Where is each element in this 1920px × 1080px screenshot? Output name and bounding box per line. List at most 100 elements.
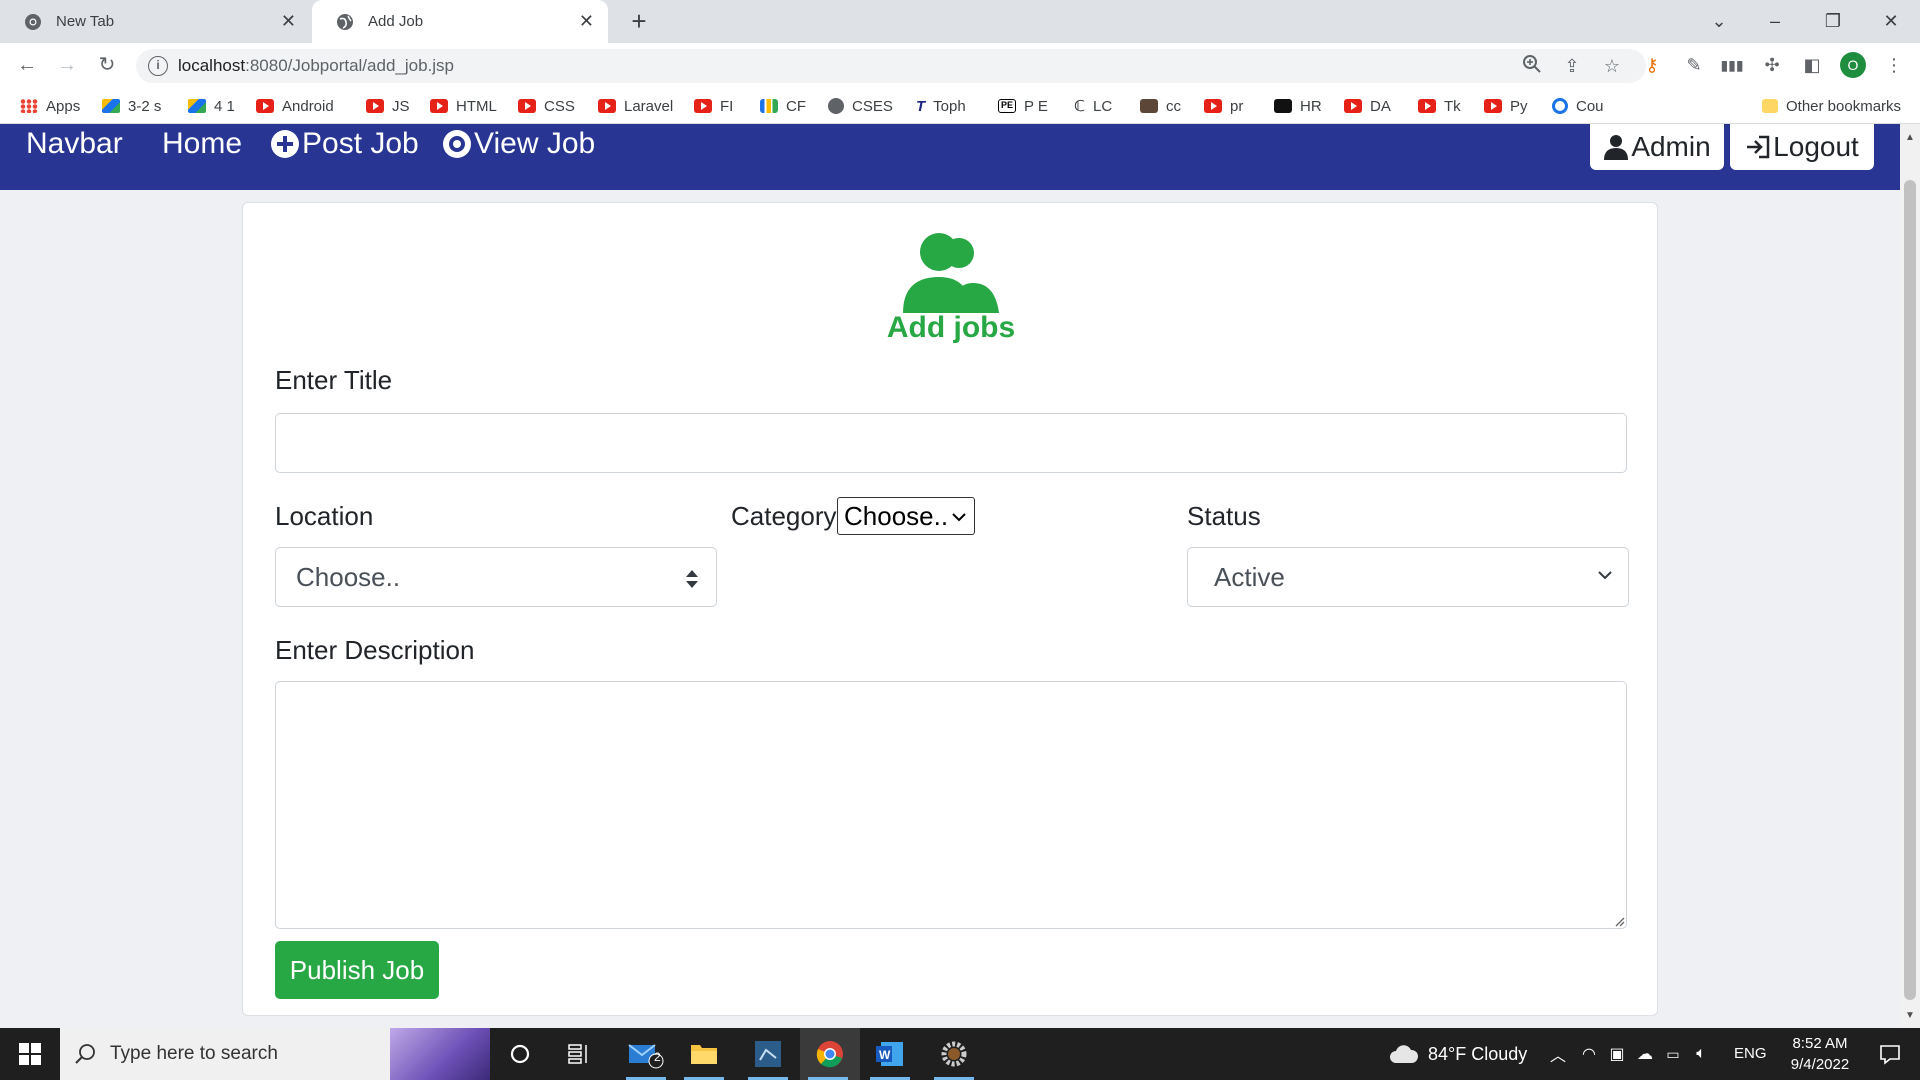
- bookmark-hr[interactable]: HR: [1274, 88, 1322, 124]
- navbar-brand[interactable]: Navbar: [26, 124, 123, 164]
- bookmark-android[interactable]: Android: [256, 88, 334, 124]
- puzzle-icon[interactable]: ✣: [1758, 51, 1786, 79]
- reload-icon[interactable]: ↻: [92, 50, 122, 80]
- bookmark-4-1[interactable]: 4 1: [188, 88, 235, 124]
- bookmark-apps[interactable]: Apps: [20, 88, 80, 124]
- bookmark-toph[interactable]: T Toph: [916, 88, 966, 124]
- extension-orange-icon[interactable]: ⚷: [1638, 51, 1666, 79]
- bookmarks-bar: Apps 3-2 s 4 1 Android JS HTML CSS Larav…: [0, 88, 1920, 124]
- youtube-icon: [430, 99, 448, 113]
- chrome-taskbar-icon[interactable]: [800, 1028, 860, 1080]
- wifi-icon[interactable]: ◠: [1576, 1028, 1602, 1080]
- category-select[interactable]: Choose..: [837, 497, 975, 535]
- bookmark-cc[interactable]: cc: [1140, 88, 1181, 124]
- word-icon[interactable]: W: [862, 1028, 918, 1080]
- bookmark-3-2-s[interactable]: 3-2 s: [102, 88, 161, 124]
- tab-add-job[interactable]: Add Job ✕: [312, 0, 608, 43]
- resize-handle-icon[interactable]: [1613, 915, 1625, 927]
- speaker-icon[interactable]: 🔈︎: [1688, 1028, 1714, 1080]
- description-label: Enter Description: [275, 635, 475, 665]
- browser-toolbar: ← → ↻ i localhost:8080/Jobportal/add_job…: [0, 43, 1920, 88]
- mail-icon[interactable]: 2: [618, 1028, 674, 1080]
- task-view-icon[interactable]: [552, 1028, 608, 1080]
- url-text[interactable]: localhost:8080/Jobportal/add_job.jsp: [178, 49, 454, 83]
- scroll-up-icon[interactable]: ▲: [1900, 132, 1920, 148]
- page-scrollbar[interactable]: ▲ ▼: [1900, 124, 1920, 1028]
- nav-post-job[interactable]: Post Job: [270, 124, 419, 164]
- bookmark-lc[interactable]: ℂ LC: [1074, 88, 1112, 124]
- scroll-thumb[interactable]: [1904, 180, 1916, 1000]
- title-input[interactable]: [275, 413, 1627, 473]
- mail-badge: 2: [654, 1050, 661, 1064]
- notifications-icon[interactable]: [1862, 1028, 1918, 1080]
- logout-button[interactable]: Logout: [1730, 124, 1874, 170]
- bookmark-cses[interactable]: CSES: [828, 88, 893, 124]
- windows-start-icon[interactable]: [2, 1028, 58, 1080]
- battery-icon[interactable]: ▭: [1660, 1028, 1686, 1080]
- minimize-icon[interactable]: –: [1760, 6, 1790, 36]
- bookmark-fi[interactable]: FI: [694, 88, 733, 124]
- share-icon[interactable]: ⇪: [1560, 54, 1584, 78]
- bookmark-js[interactable]: JS: [366, 88, 410, 124]
- profile-avatar[interactable]: O: [1840, 52, 1866, 78]
- youtube-icon: [518, 99, 536, 113]
- toph-icon: T: [916, 97, 926, 115]
- bookmark-laravel[interactable]: Laravel: [598, 88, 673, 124]
- leetcode-icon: ℂ: [1074, 98, 1086, 115]
- coursera-icon: [1552, 98, 1568, 114]
- chevron-up-icon[interactable]: ︿: [1546, 1028, 1570, 1080]
- forward-arrow-icon[interactable]: →: [52, 50, 82, 80]
- admin-button[interactable]: Admin: [1590, 124, 1724, 170]
- meet-now-icon[interactable]: ▣: [1604, 1028, 1630, 1080]
- address-bar[interactable]: i localhost:8080/Jobportal/add_job.jsp ⇪…: [136, 49, 1646, 83]
- back-arrow-icon[interactable]: ←: [12, 50, 42, 80]
- location-select[interactable]: Choose..: [275, 547, 717, 607]
- youtube-icon: [1204, 99, 1222, 113]
- tab-strip: New Tab ✕ Add Job ✕ + ⌄ – ❐ ✕: [0, 0, 1920, 43]
- bookmark-pe[interactable]: PE P E: [998, 88, 1048, 124]
- bookmark-pr[interactable]: pr: [1204, 88, 1243, 124]
- sign-in-icon: [1745, 134, 1771, 160]
- settings-gear-icon[interactable]: [926, 1028, 982, 1080]
- site-navbar: Navbar Home Post Job View Job Admin Logo…: [0, 124, 1900, 190]
- bookmark-other[interactable]: Other bookmarks: [1762, 88, 1901, 124]
- tab-search-chevron-icon[interactable]: ⌄: [1704, 6, 1734, 36]
- weather-text[interactable]: 84°F Cloudy: [1428, 1028, 1527, 1080]
- tab-new-tab[interactable]: New Tab ✕: [0, 0, 310, 43]
- nav-home[interactable]: Home: [162, 124, 242, 164]
- publish-job-button[interactable]: Publish Job: [275, 941, 439, 999]
- bookmark-cou[interactable]: Cou: [1552, 88, 1604, 124]
- bookmark-css[interactable]: CSS: [518, 88, 575, 124]
- more-menu-icon[interactable]: ⋮: [1880, 51, 1908, 79]
- close-icon[interactable]: ✕: [281, 11, 296, 32]
- file-explorer-icon[interactable]: [676, 1028, 732, 1080]
- bookmark-html[interactable]: HTML: [430, 88, 497, 124]
- zoom-icon[interactable]: [1520, 54, 1544, 78]
- eclipse-icon[interactable]: [740, 1028, 796, 1080]
- close-icon[interactable]: ✕: [579, 11, 594, 32]
- bookmark-star-icon[interactable]: ☆: [1600, 54, 1624, 78]
- bookmark-py[interactable]: Py: [1484, 88, 1528, 124]
- windows-taskbar: Type here to search 2 W 84°F Cloudy ︿ ◠ …: [0, 1028, 1920, 1080]
- side-panel-icon[interactable]: ◧: [1798, 51, 1826, 79]
- status-select[interactable]: Active: [1187, 547, 1629, 607]
- bookmark-cf[interactable]: CF: [760, 88, 806, 124]
- youtube-icon: [1418, 99, 1436, 113]
- bookmark-da[interactable]: DA: [1344, 88, 1391, 124]
- folder-icon: [1762, 99, 1778, 113]
- codechef-icon: [1140, 99, 1158, 113]
- description-textarea[interactable]: [275, 681, 1627, 929]
- scroll-down-icon[interactable]: ▼: [1900, 1010, 1920, 1026]
- restore-icon[interactable]: ❐: [1818, 6, 1848, 36]
- onedrive-icon[interactable]: ☁: [1632, 1028, 1658, 1080]
- close-window-icon[interactable]: ✕: [1876, 6, 1906, 36]
- status-label: Status: [1187, 501, 1261, 531]
- bookmark-tk[interactable]: Tk: [1418, 88, 1461, 124]
- cortana-icon[interactable]: [492, 1028, 548, 1080]
- nav-view-job[interactable]: View Job: [442, 124, 595, 164]
- new-tab-button[interactable]: +: [624, 6, 654, 36]
- extension-bars-icon[interactable]: ▮▮▮: [1718, 51, 1746, 79]
- drive-icon: [102, 99, 120, 113]
- eyedropper-icon[interactable]: ✎: [1680, 51, 1708, 79]
- site-info-icon[interactable]: i: [148, 56, 168, 76]
